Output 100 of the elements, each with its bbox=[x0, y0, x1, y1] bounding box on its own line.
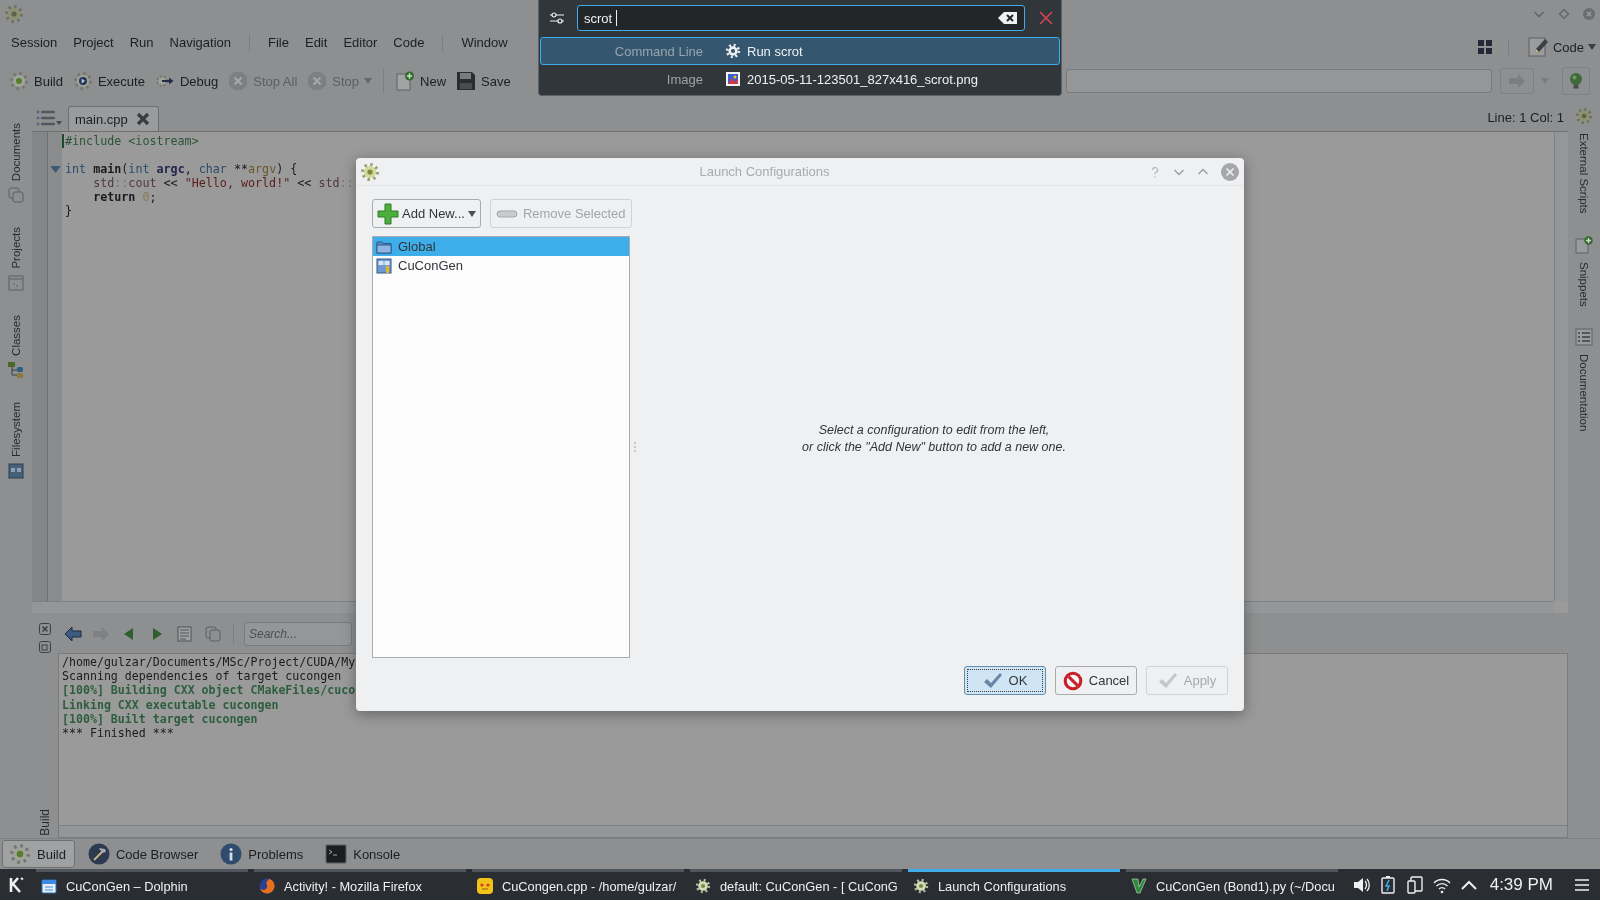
check-icon bbox=[1157, 670, 1178, 691]
close-icon[interactable] bbox=[1039, 11, 1053, 25]
grid-icon[interactable] bbox=[1477, 40, 1492, 54]
list-icon bbox=[35, 108, 63, 128]
device-icon[interactable] bbox=[1405, 875, 1424, 894]
dock-tab[interactable]: Projects bbox=[8, 227, 24, 291]
gear-icon bbox=[913, 878, 929, 894]
dock-tab[interactable]: Documents bbox=[8, 123, 24, 204]
close-icon[interactable] bbox=[39, 623, 51, 635]
menu-item[interactable]: Code bbox=[385, 32, 433, 54]
list-item[interactable]: Global bbox=[373, 237, 629, 256]
new-document-icon bbox=[395, 71, 416, 91]
result-label: Run scrot bbox=[747, 43, 803, 59]
gear-icon bbox=[9, 843, 31, 865]
editor-tab[interactable]: main.cpp bbox=[68, 106, 159, 131]
dock-tab[interactable]: Classes bbox=[8, 314, 24, 378]
horizontal-scrollbar[interactable] bbox=[59, 825, 1567, 837]
clock[interactable]: 4:39 PM bbox=[1489, 874, 1553, 895]
output-line: Linking CXX executable cucongen bbox=[62, 697, 279, 712]
panel-tab[interactable]: Problems bbox=[213, 840, 313, 868]
float-window-icon[interactable] bbox=[39, 641, 51, 653]
no-entry-icon bbox=[1062, 670, 1083, 691]
menu-item[interactable]: Editor bbox=[335, 32, 386, 54]
panel-tab[interactable]: Konsole bbox=[318, 840, 410, 868]
dock-tab[interactable]: Documentation bbox=[1575, 328, 1593, 432]
app-icon bbox=[4, 4, 24, 24]
code-line: int main(int argc, char **argv) { bbox=[65, 162, 298, 176]
list-item[interactable]: CuConGen bbox=[373, 256, 629, 275]
dock-tab[interactable]: Snippets bbox=[1575, 235, 1593, 307]
globe-icon bbox=[259, 878, 275, 894]
result-category: Command Line bbox=[613, 43, 703, 59]
dialog-button[interactable]: OK bbox=[964, 666, 1046, 695]
close-icon[interactable] bbox=[1583, 8, 1595, 20]
taskbar-task[interactable]: default: CuConGen - [ CuConG bbox=[690, 869, 902, 900]
minus-icon bbox=[495, 209, 518, 218]
help-icon[interactable] bbox=[1149, 165, 1161, 178]
arrow-left-icon bbox=[64, 625, 82, 643]
taskbar-task[interactable]: CuConGen – Dolphin bbox=[36, 869, 248, 900]
toolbar-button[interactable]: New bbox=[390, 66, 452, 96]
menu-item[interactable]: Session bbox=[3, 32, 66, 54]
clear-icon[interactable] bbox=[998, 11, 1018, 25]
output-line: [100%] Building CXX object CMakeFiles/cuco bbox=[62, 683, 356, 698]
code-line: return 0; bbox=[92, 190, 157, 204]
taskbar-task[interactable]: CuCongen.cpp - /home/gulzar/ bbox=[472, 869, 684, 900]
toolbar-button[interactable]: Save bbox=[451, 66, 516, 96]
gear-icon bbox=[725, 43, 741, 59]
panel-tab[interactable]: Build bbox=[2, 840, 75, 868]
pencil-icon bbox=[1526, 36, 1549, 58]
folder-icon bbox=[376, 238, 392, 255]
speaker-icon[interactable] bbox=[1351, 875, 1370, 894]
hammer-icon bbox=[87, 843, 110, 865]
search-result[interactable]: Command Line Run scrot bbox=[540, 37, 1060, 65]
output-line: *** Finished *** bbox=[62, 725, 174, 741]
dock-tab[interactable]: External Scripts bbox=[1575, 107, 1593, 214]
panel-tab[interactable]: Code Browser bbox=[80, 840, 208, 868]
settings-sliders-icon[interactable] bbox=[549, 10, 565, 26]
taskbar-task[interactable]: CuConGen (Bond1).py (~/Docu bbox=[1126, 869, 1338, 900]
dock-tab[interactable]: Filesystem bbox=[8, 401, 24, 479]
check-icon bbox=[982, 670, 1003, 691]
new-document-icon bbox=[1575, 235, 1593, 254]
battery-icon[interactable] bbox=[1378, 875, 1397, 894]
menu-item[interactable]: Navigation bbox=[161, 32, 239, 54]
folder-icon bbox=[41, 878, 57, 894]
close-icon[interactable] bbox=[1221, 162, 1239, 181]
configuration-list[interactable]: Global CuConGen bbox=[372, 236, 630, 658]
documents-icon bbox=[8, 187, 24, 204]
toolbar-button[interactable]: Debug bbox=[149, 66, 224, 96]
search-field[interactable]: scrot bbox=[577, 5, 1025, 31]
project-icon bbox=[376, 257, 392, 274]
menu-item[interactable]: File bbox=[260, 32, 297, 54]
search-field[interactable]: Search... bbox=[244, 622, 352, 646]
menu-item[interactable]: Window bbox=[453, 32, 516, 54]
input-field[interactable] bbox=[1066, 69, 1492, 93]
search-result[interactable]: Image 2015-05-11-123501_827x416_scrot.png bbox=[540, 65, 1060, 93]
triangle-left-icon bbox=[122, 627, 136, 641]
triangle-right-icon bbox=[150, 627, 164, 641]
menu-item[interactable]: Run bbox=[121, 32, 162, 54]
smiley-icon bbox=[477, 878, 493, 894]
fold-arrow-icon[interactable] bbox=[50, 165, 61, 173]
vertical-scrollbar[interactable] bbox=[1554, 132, 1568, 601]
splitter-handle-icon[interactable] bbox=[633, 442, 637, 452]
output-line: /home/gulzar/Documents/MSc/Project/CUDA/My bbox=[62, 655, 356, 670]
toolbar-button[interactable]: Execute bbox=[67, 66, 150, 96]
assistant-button[interactable] bbox=[1562, 67, 1590, 95]
add-new-button[interactable]: Add New... bbox=[372, 199, 481, 228]
dialog-button[interactable]: Cancel bbox=[1055, 666, 1137, 695]
folder-grid-icon bbox=[8, 462, 24, 479]
menu-item[interactable]: Project bbox=[65, 32, 122, 54]
maximize-icon[interactable] bbox=[1558, 8, 1570, 20]
output-line: [100%] Built target cucongen bbox=[62, 711, 258, 726]
result-label: 2015-05-11-123501_827x416_scrot.png bbox=[747, 71, 979, 87]
text-cursor bbox=[62, 134, 64, 148]
taskbar-task[interactable]: Launch Configurations bbox=[908, 869, 1120, 900]
toolbar-button[interactable]: Build bbox=[4, 66, 68, 96]
area-switch-button[interactable]: Code bbox=[1526, 36, 1596, 58]
plus-icon bbox=[377, 202, 399, 225]
close-icon[interactable] bbox=[135, 112, 150, 126]
taskbar-task[interactable]: Activity! - Mozilla Firefox bbox=[254, 869, 466, 900]
class-tree-icon bbox=[8, 361, 24, 378]
menu-item[interactable]: Edit bbox=[296, 32, 336, 54]
